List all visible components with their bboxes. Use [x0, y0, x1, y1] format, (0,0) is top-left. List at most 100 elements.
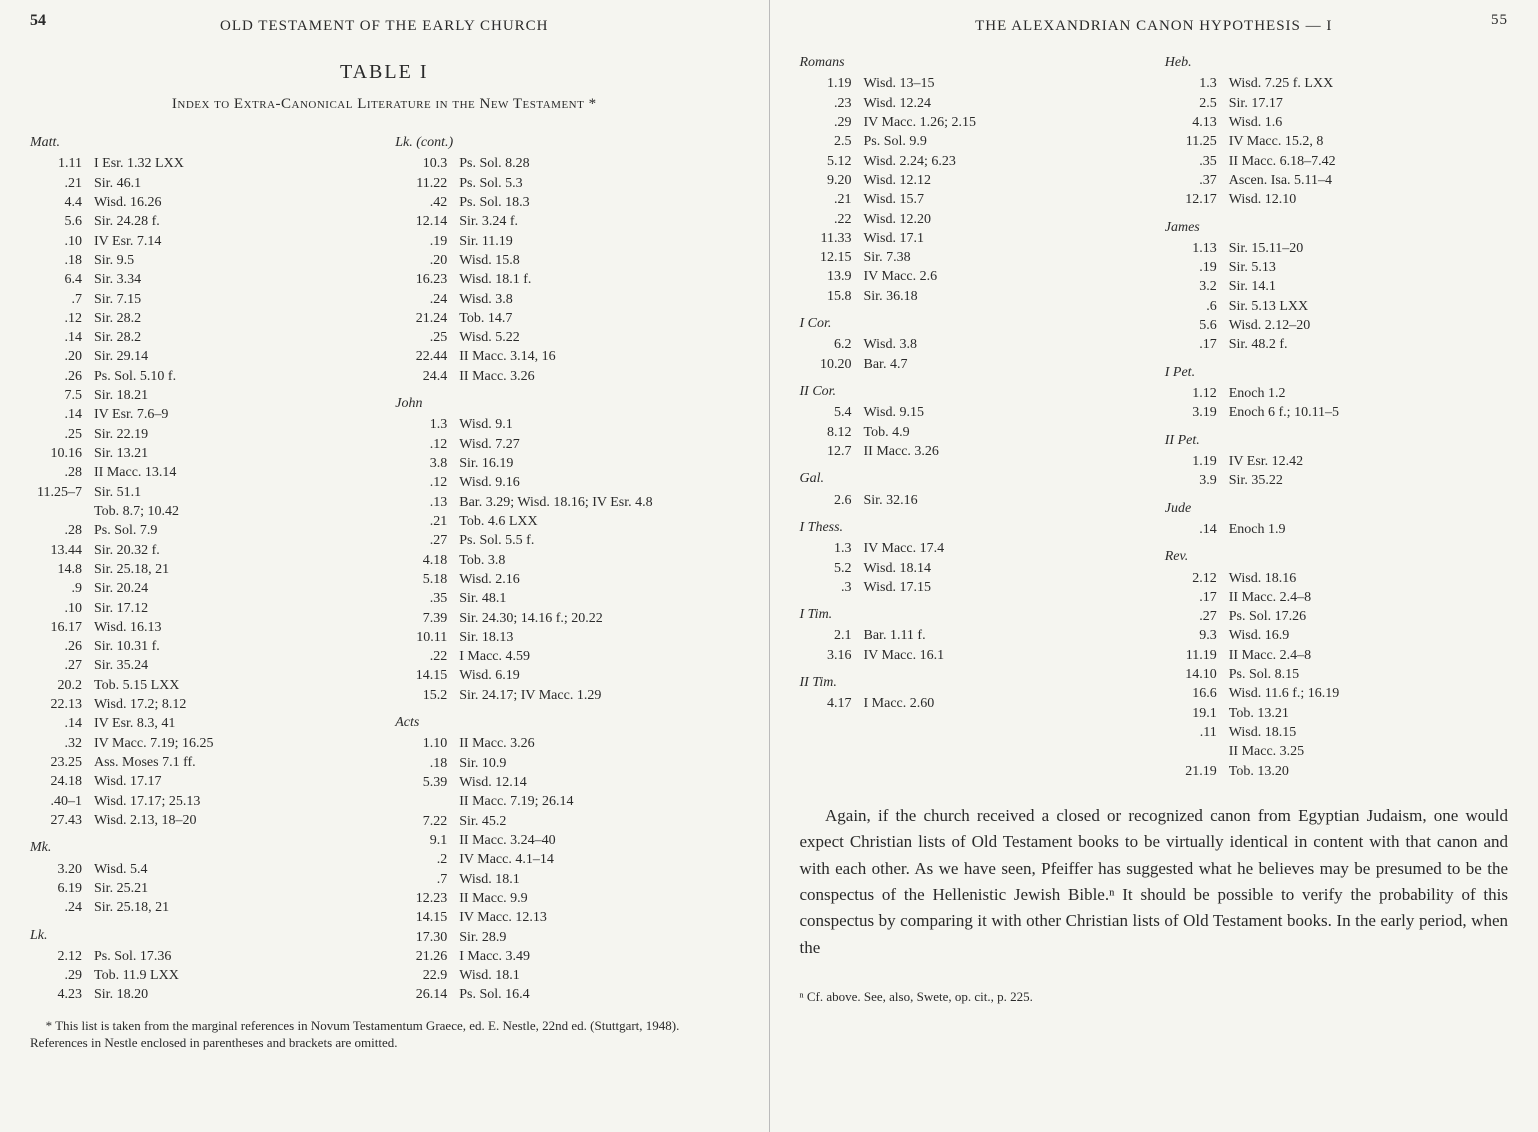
index-entry: 14.8Sir. 25.18, 21	[30, 560, 373, 579]
literature-ref: II Macc. 3.25	[1229, 742, 1508, 761]
literature-ref: Sir. 48.1	[459, 589, 738, 608]
literature-ref: Sir. 5.13 LXX	[1229, 297, 1508, 316]
literature-ref: II Macc. 3.26	[459, 367, 738, 386]
index-entry: 1.11I Esr. 1.32 LXX	[30, 154, 373, 173]
literature-ref: Sir. 24.28 f.	[94, 212, 373, 231]
index-entry: .12Wisd. 7.27	[395, 435, 738, 454]
index-entry: .40–1Wisd. 17.17; 25.13	[30, 792, 373, 811]
verse-ref	[1165, 742, 1229, 761]
verse-ref: 4.23	[30, 985, 94, 1004]
verse-ref: 1.3	[395, 415, 459, 434]
literature-ref: Bar. 4.7	[864, 355, 1143, 374]
index-entry: .14IV Esr. 7.6–9	[30, 405, 373, 424]
index-entry: 10.16Sir. 13.21	[30, 444, 373, 463]
index-entry: 15.8Sir. 36.18	[800, 287, 1143, 306]
index-entry: 2.6Sir. 32.16	[800, 491, 1143, 510]
index-entry: .18Sir. 10.9	[395, 754, 738, 773]
literature-ref: Wisd. 17.2; 8.12	[94, 695, 373, 714]
literature-ref: Bar. 3.29; Wisd. 18.16; IV Esr. 4.8	[459, 493, 738, 512]
literature-ref: Wisd. 18.1 f.	[459, 270, 738, 289]
literature-ref: Wisd. 12.24	[864, 94, 1143, 113]
literature-ref: Enoch 6 f.; 10.11–5	[1229, 403, 1508, 422]
index-entry: .24Wisd. 3.8	[395, 290, 738, 309]
index-entry: 13.44Sir. 20.32 f.	[30, 541, 373, 560]
literature-ref: Wisd. 1.6	[1229, 113, 1508, 132]
index-entry: 19.1Tob. 13.21	[1165, 704, 1508, 723]
literature-ref: Wisd. 6.19	[459, 666, 738, 685]
table-title: TABLE I	[30, 61, 739, 84]
verse-ref: 2.5	[1165, 94, 1229, 113]
literature-ref: Wisd. 2.12–20	[1229, 316, 1508, 335]
verse-ref: .22	[800, 210, 864, 229]
index-entry: II Macc. 7.19; 26.14	[395, 792, 738, 811]
verse-ref: 22.9	[395, 966, 459, 985]
index-entry: .2IV Macc. 4.1–14	[395, 850, 738, 869]
literature-ref: IV Esr. 7.14	[94, 232, 373, 251]
index-entry: 2.1Bar. 1.11 f.	[800, 626, 1143, 645]
literature-ref: I Macc. 3.49	[459, 947, 738, 966]
verse-ref: .9	[30, 579, 94, 598]
verse-ref: 24.4	[395, 367, 459, 386]
verse-ref: 2.5	[800, 132, 864, 151]
verse-ref: .13	[395, 493, 459, 512]
index-entry: .23Wisd. 12.24	[800, 94, 1143, 113]
literature-ref: Wisd. 16.26	[94, 193, 373, 212]
literature-ref: Wisd. 9.15	[864, 403, 1143, 422]
literature-ref: IV Macc. 12.13	[459, 908, 738, 927]
literature-ref: II Macc. 3.26	[459, 734, 738, 753]
verse-ref: .12	[395, 473, 459, 492]
verse-ref: .14	[30, 328, 94, 347]
index-entry: 11.25–7Sir. 51.1	[30, 483, 373, 502]
literature-ref: Ass. Moses 7.1 ff.	[94, 753, 373, 772]
verse-ref: 1.3	[800, 539, 864, 558]
verse-ref: .17	[1165, 335, 1229, 354]
literature-ref: Sir. 14.1	[1229, 277, 1508, 296]
verse-ref: .21	[30, 174, 94, 193]
footnote-right: ⁿ Cf. above. See, also, Swete, op. cit.,…	[800, 989, 1509, 1005]
verse-ref: .10	[30, 599, 94, 618]
literature-ref: Wisd. 17.15	[864, 578, 1143, 597]
index-entry: .35Sir. 48.1	[395, 589, 738, 608]
verse-ref: 12.23	[395, 889, 459, 908]
literature-ref: Sir. 48.2 f.	[1229, 335, 1508, 354]
index-entry: 1.10II Macc. 3.26	[395, 734, 738, 753]
index-entry: .35II Macc. 6.18–7.42	[1165, 152, 1508, 171]
literature-ref: Wisd. 12.14	[459, 773, 738, 792]
literature-ref: Ps. Sol. 9.9	[864, 132, 1143, 151]
running-head-left: OLD TESTAMENT OF THE EARLY CHURCH	[30, 18, 739, 35]
verse-ref: .28	[30, 463, 94, 482]
verse-ref: 19.1	[1165, 704, 1229, 723]
literature-ref: Wisd. 11.6 f.; 16.19	[1229, 684, 1508, 703]
verse-ref: 4.13	[1165, 113, 1229, 132]
index-entry: 1.19IV Esr. 12.42	[1165, 452, 1508, 471]
index-entry: .7Wisd. 18.1	[395, 870, 738, 889]
verse-ref: .20	[395, 251, 459, 270]
verse-ref: 6.4	[30, 270, 94, 289]
verse-ref: 23.25	[30, 753, 94, 772]
literature-ref: Sir. 25.18, 21	[94, 560, 373, 579]
literature-ref: Sir. 18.20	[94, 985, 373, 1004]
running-head-right: THE ALEXANDRIAN CANON HYPOTHESIS — I	[800, 18, 1509, 35]
index-entry: 1.3IV Macc. 17.4	[800, 539, 1143, 558]
verse-ref: .21	[800, 190, 864, 209]
verse-ref: 1.19	[800, 74, 864, 93]
left-page: 54 OLD TESTAMENT OF THE EARLY CHURCH TAB…	[0, 0, 770, 1132]
literature-ref: Wisd. 16.13	[94, 618, 373, 637]
literature-ref: II Macc. 6.18–7.42	[1229, 152, 1508, 171]
literature-ref: Wisd. 13–15	[864, 74, 1143, 93]
verse-ref: 11.25	[1165, 132, 1229, 151]
literature-ref: II Macc. 9.9	[459, 889, 738, 908]
literature-ref: Wisd. 15.7	[864, 190, 1143, 209]
verse-ref: 13.44	[30, 541, 94, 560]
index-title: Index to Extra-Canonical Literature in t…	[30, 96, 739, 113]
verse-ref: .12	[30, 309, 94, 328]
index-entry: .13Bar. 3.29; Wisd. 18.16; IV Esr. 4.8	[395, 493, 738, 512]
index-entry: 5.6Wisd. 2.12–20	[1165, 316, 1508, 335]
literature-ref: Sir. 13.21	[94, 444, 373, 463]
verse-ref: 15.8	[800, 287, 864, 306]
verse-ref: 8.12	[800, 423, 864, 442]
verse-ref: .18	[30, 251, 94, 270]
literature-ref: Sir. 51.1	[94, 483, 373, 502]
index-entry: .7Sir. 7.15	[30, 290, 373, 309]
index-entry: .22I Macc. 4.59	[395, 647, 738, 666]
